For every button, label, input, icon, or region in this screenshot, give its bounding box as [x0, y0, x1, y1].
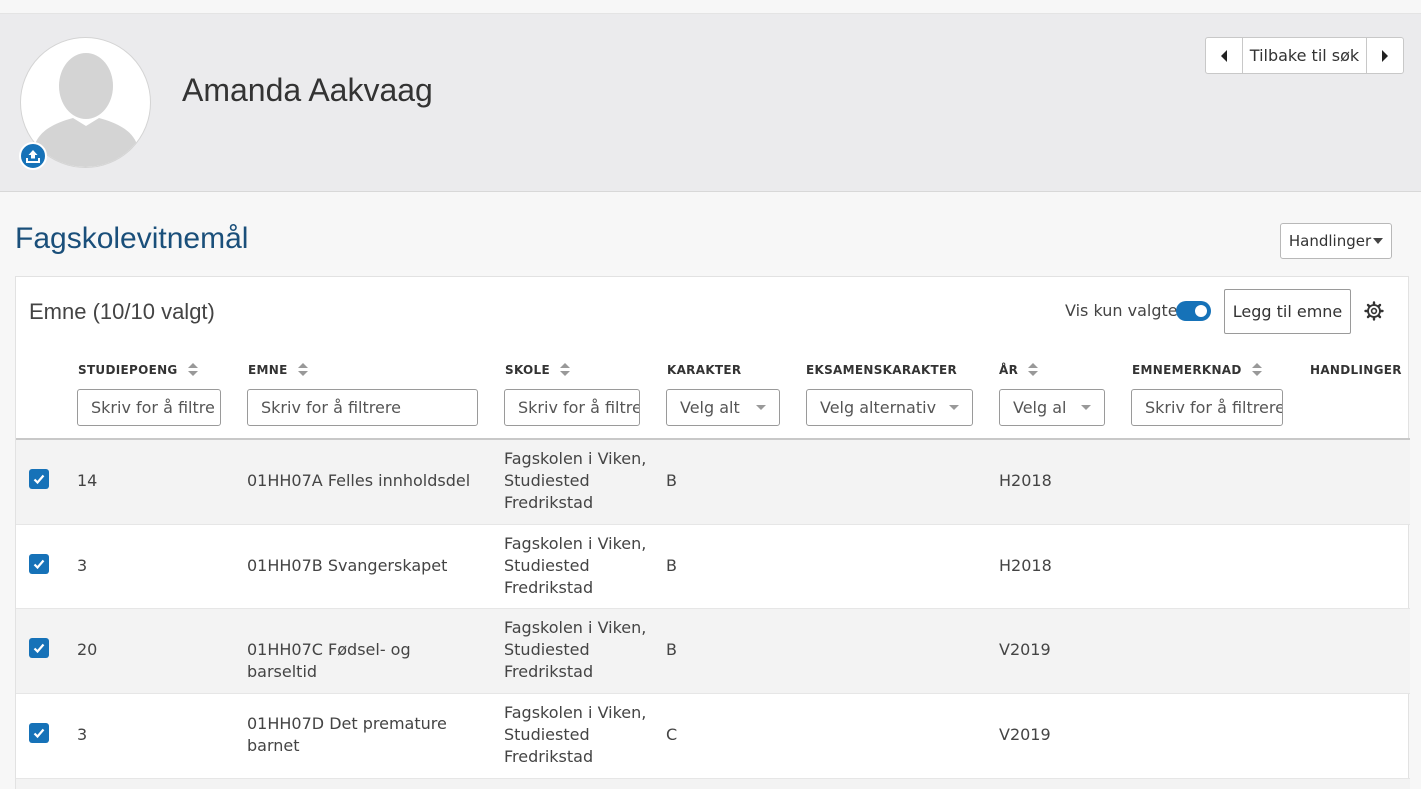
column-header-skole[interactable]: SKOLE: [505, 363, 570, 377]
chevron-down-icon: [756, 405, 766, 410]
column-header-label: KARAKTER: [667, 363, 742, 377]
cell-emne: 01HH07D Det premature barnet: [247, 714, 447, 755]
cell-ar: V2019: [999, 725, 1051, 744]
column-header-ar[interactable]: ÅR: [999, 363, 1039, 377]
column-header-handlinger: HANDLINGER: [1310, 363, 1402, 377]
column-header-karakter: KARAKTER: [667, 363, 741, 377]
actions-dropdown-label: Handlinger: [1288, 232, 1372, 250]
sort-icon: [187, 363, 198, 377]
chevron-down-icon: [1081, 405, 1091, 410]
select-value: Velg alt: [680, 398, 740, 417]
filter-placeholder: Skriv for å filtre: [91, 398, 215, 417]
courses-card: Emne (10/10 valgt) Vis kun valgte Legg t…: [15, 276, 1410, 789]
cell-skole: Fagskolen i Viken, Studiested Fredriksta…: [504, 534, 647, 597]
column-header-label: HANDLINGER: [1310, 363, 1402, 377]
show-only-selected-label: Vis kun valgte: [1065, 301, 1178, 320]
cell-karakter: C: [666, 725, 678, 744]
select-value: Velg alternativ: [820, 398, 937, 417]
filter-studiepoeng-input[interactable]: Skriv for å filtre: [77, 389, 221, 426]
cell-studiepoeng: 20: [77, 640, 98, 659]
previous-result-button[interactable]: [1206, 38, 1242, 73]
column-header-label: STUDIEPOENG: [78, 363, 178, 377]
show-only-selected-toggle[interactable]: [1176, 301, 1211, 321]
checkmark-icon: [33, 728, 45, 739]
column-header-label: ÅR: [999, 363, 1019, 377]
chevron-down-icon: [949, 405, 959, 410]
next-result-button[interactable]: [1367, 38, 1403, 73]
person-name: Amanda Aakvaag: [182, 72, 433, 108]
caret-right-icon: [1382, 49, 1388, 62]
settings-button[interactable]: [1364, 301, 1384, 321]
filter-eksamenskarakter-select[interactable]: Velg alternativ: [806, 389, 973, 426]
upload-photo-button[interactable]: [19, 142, 47, 170]
table-row: [16, 779, 1410, 789]
table-row: 3 01HH07D Det premature barnet Fagskolen…: [16, 694, 1410, 779]
filter-ar-select[interactable]: Velg al: [999, 389, 1105, 426]
checkmark-icon: [33, 643, 45, 654]
column-header-studiepoeng[interactable]: STUDIEPOENG: [78, 363, 198, 377]
search-navigation: Tilbake til søk: [1205, 37, 1404, 74]
cell-studiepoeng: 14: [77, 471, 98, 490]
filter-placeholder: Skriv for å filtrere: [1145, 398, 1283, 417]
sort-icon: [559, 363, 570, 377]
filter-skole-input[interactable]: Skriv for å filtre: [504, 389, 640, 426]
card-title: Emne (10/10 valgt): [29, 299, 215, 324]
column-header-emne[interactable]: EMNE: [248, 363, 308, 377]
column-header-label: EKSAMENSKARAKTER: [806, 363, 958, 377]
cell-skole: Fagskolen i Viken, Studiested Fredriksta…: [504, 618, 647, 681]
caret-down-icon: [1373, 238, 1384, 244]
row-checkbox[interactable]: [29, 723, 49, 743]
column-header-label: EMNEMERKNAD: [1132, 363, 1242, 377]
filter-emne-input[interactable]: Skriv for å filtrere: [247, 389, 478, 426]
filter-placeholder: Skriv for å filtrere: [261, 398, 401, 417]
cell-karakter: B: [666, 471, 677, 490]
row-checkbox[interactable]: [29, 638, 49, 658]
table-row: 14 01HH07A Felles innholdsdel Fagskolen …: [16, 440, 1410, 525]
column-header-label: SKOLE: [505, 363, 550, 377]
caret-left-icon: [1221, 49, 1227, 62]
gear-icon: [1364, 301, 1384, 321]
cell-ar: H2018: [999, 556, 1052, 575]
sort-icon: [297, 363, 308, 377]
sort-icon: [1028, 363, 1039, 377]
row-checkbox[interactable]: [29, 469, 49, 489]
section-title: Fagskolevitnemål: [15, 222, 249, 255]
column-header-eksamenskarakter: EKSAMENSKARAKTER: [806, 363, 957, 377]
row-checkbox[interactable]: [29, 554, 49, 574]
filter-placeholder: Skriv for å filtre: [518, 398, 640, 417]
table-row: 3 01HH07B Svangerskapet Fagskolen i Vike…: [16, 525, 1410, 609]
breadcrumb-strip: [0, 0, 1421, 14]
checkmark-icon: [33, 559, 45, 570]
profile-header: Amanda Aakvaag Tilbake til søk: [0, 14, 1421, 192]
column-header-emnemerknad[interactable]: EMNEMERKNAD: [1132, 363, 1262, 377]
filter-karakter-select[interactable]: Velg alt: [666, 389, 780, 426]
cell-karakter: B: [666, 640, 677, 659]
column-header-label: EMNE: [248, 363, 288, 377]
cell-studiepoeng: 3: [77, 725, 88, 744]
checkmark-icon: [33, 474, 45, 485]
select-value: Velg al: [1013, 398, 1067, 417]
cell-studiepoeng: 3: [77, 556, 88, 575]
add-course-button[interactable]: Legg til emne: [1224, 289, 1351, 334]
cell-emne: 01HH07A Felles innholdsdel: [247, 471, 471, 490]
cell-emne: 01HH07C Fødsel- og barseltid: [247, 640, 411, 681]
sort-icon: [1251, 363, 1262, 377]
cell-emne: 01HH07B Svangerskapet: [247, 556, 448, 575]
cell-skole: Fagskolen i Viken, Studiested Fredriksta…: [504, 449, 647, 512]
actions-dropdown-button[interactable]: Handlinger: [1280, 223, 1392, 259]
back-to-search-button[interactable]: Tilbake til søk: [1242, 38, 1367, 73]
upload-icon: [26, 150, 40, 163]
cell-karakter: B: [666, 556, 677, 575]
cell-ar: V2019: [999, 640, 1051, 659]
filter-emnemerknad-input[interactable]: Skriv for å filtrere: [1131, 389, 1283, 426]
toggle-knob: [1195, 305, 1207, 317]
table-row: 20 01HH07C Fødsel- og barseltid Fagskole…: [16, 609, 1410, 694]
cell-skole: Fagskolen i Viken, Studiested Fredriksta…: [504, 703, 647, 766]
cell-ar: H2018: [999, 471, 1052, 490]
